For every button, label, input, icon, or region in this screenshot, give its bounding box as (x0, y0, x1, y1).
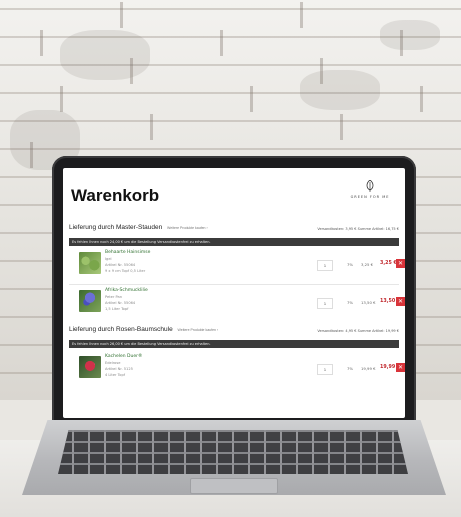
product-image[interactable] (79, 290, 101, 312)
delete-button[interactable]: ✕ (396, 363, 405, 372)
trash-icon: ✕ (397, 260, 404, 267)
quantity-input[interactable]: 1 (317, 364, 333, 375)
delete-button[interactable]: ✕ (396, 297, 405, 306)
shipping-summary: Versandkosten: 3,95 € Summe Artikel: 16,… (317, 227, 399, 231)
brand-name: GREEN FOR ME (350, 195, 390, 199)
brick-joint (250, 86, 253, 112)
tax-rate: 7% (347, 366, 354, 371)
vendor-title: Lieferung durch Rosen-Baumschule (69, 326, 173, 333)
brick-joint (40, 30, 43, 56)
brick-joint (320, 58, 323, 84)
wall-stain (60, 30, 150, 80)
brick-joint (420, 86, 423, 112)
trash-icon: ✕ (397, 298, 404, 305)
brick-joint (30, 142, 33, 168)
page-title: Warenkorb (71, 186, 160, 205)
tax-rate: 7% (347, 262, 354, 267)
product-article: Artikel Nr. 55064 (105, 263, 136, 267)
cart-item: Afrika-Schmucklilie Peter Pan Artikel Nr… (69, 286, 405, 322)
product-size: 4 Liter Topf (105, 373, 125, 377)
brick-joint (130, 58, 133, 84)
vendor-section-header: Lieferung durch Master-Stauden Weitere P… (69, 224, 399, 236)
brick-joint (300, 2, 303, 28)
vendor-title: Lieferung durch Master-Stauden (69, 224, 163, 231)
product-name[interactable]: Afrika-Schmucklilie (105, 288, 148, 293)
photo-scene: Warenkorb GREEN FOR ME Lieferung durch M… (0, 0, 461, 517)
product-name[interactable]: Behaarte Hainsimse (105, 250, 150, 255)
product-image[interactable] (79, 252, 101, 274)
brick-joint (150, 114, 153, 140)
more-products-link[interactable]: Weitere Produkte kaufen › (167, 226, 208, 230)
leaf-icon (366, 180, 374, 192)
quantity-input[interactable]: 1 (317, 260, 333, 271)
divider (69, 284, 399, 285)
unit-price: 3,25 € (361, 262, 374, 267)
wall-stain (380, 20, 440, 50)
brand-logo[interactable]: GREEN FOR ME (345, 180, 395, 199)
product-variety: Igel (105, 257, 112, 261)
product-variety: Edelrose (105, 361, 121, 365)
unit-price: 19,99 € (361, 366, 376, 371)
more-products-link[interactable]: Weitere Produkte kaufen › (178, 328, 219, 332)
cart-item: Behaarte Hainsimse Igel Artikel Nr. 5506… (69, 248, 405, 284)
shipping-summary: Versandkosten: 4,95 € Summe Artikel: 19,… (317, 329, 399, 333)
product-size: 1,5 Liter Topf (105, 307, 129, 311)
brick-joint (120, 2, 123, 28)
product-article: Artikel Nr. 55064 (105, 301, 136, 305)
brick-joint (220, 30, 223, 56)
laptop-trackpad (190, 478, 278, 494)
product-article: Artikel Nr. 5125 (105, 367, 133, 371)
keyboard-rows (58, 430, 408, 474)
unit-price: 13,50 € (361, 300, 376, 305)
product-image[interactable] (79, 356, 101, 378)
product-size: 9 x 9 cm Topf 0,5 Liter (105, 269, 146, 273)
brick-joint (60, 86, 63, 112)
delete-button[interactable]: ✕ (396, 259, 405, 268)
vendor-section-header: Lieferung durch Rosen-Baumschule Weitere… (69, 326, 399, 338)
laptop-screen: Warenkorb GREEN FOR ME Lieferung durch M… (63, 168, 405, 418)
wall-stain (300, 70, 380, 110)
cart-item: Kachelen Duer® Edelrose Artikel Nr. 5125… (69, 352, 405, 388)
brick-joint (340, 114, 343, 140)
shipping-notice-bar: Es fehlen Ihnen noch 26,00 € um die Best… (69, 340, 399, 348)
shipping-notice-bar: Es fehlen Ihnen noch 24,00 € um die Best… (69, 238, 399, 246)
product-variety: Peter Pan (105, 295, 122, 299)
trash-icon: ✕ (397, 364, 404, 371)
line-total: 3,25 € (380, 261, 397, 266)
quantity-input[interactable]: 1 (317, 298, 333, 309)
product-name[interactable]: Kachelen Duer® (105, 354, 142, 359)
tax-rate: 7% (347, 300, 354, 305)
brick-joint (400, 30, 403, 56)
